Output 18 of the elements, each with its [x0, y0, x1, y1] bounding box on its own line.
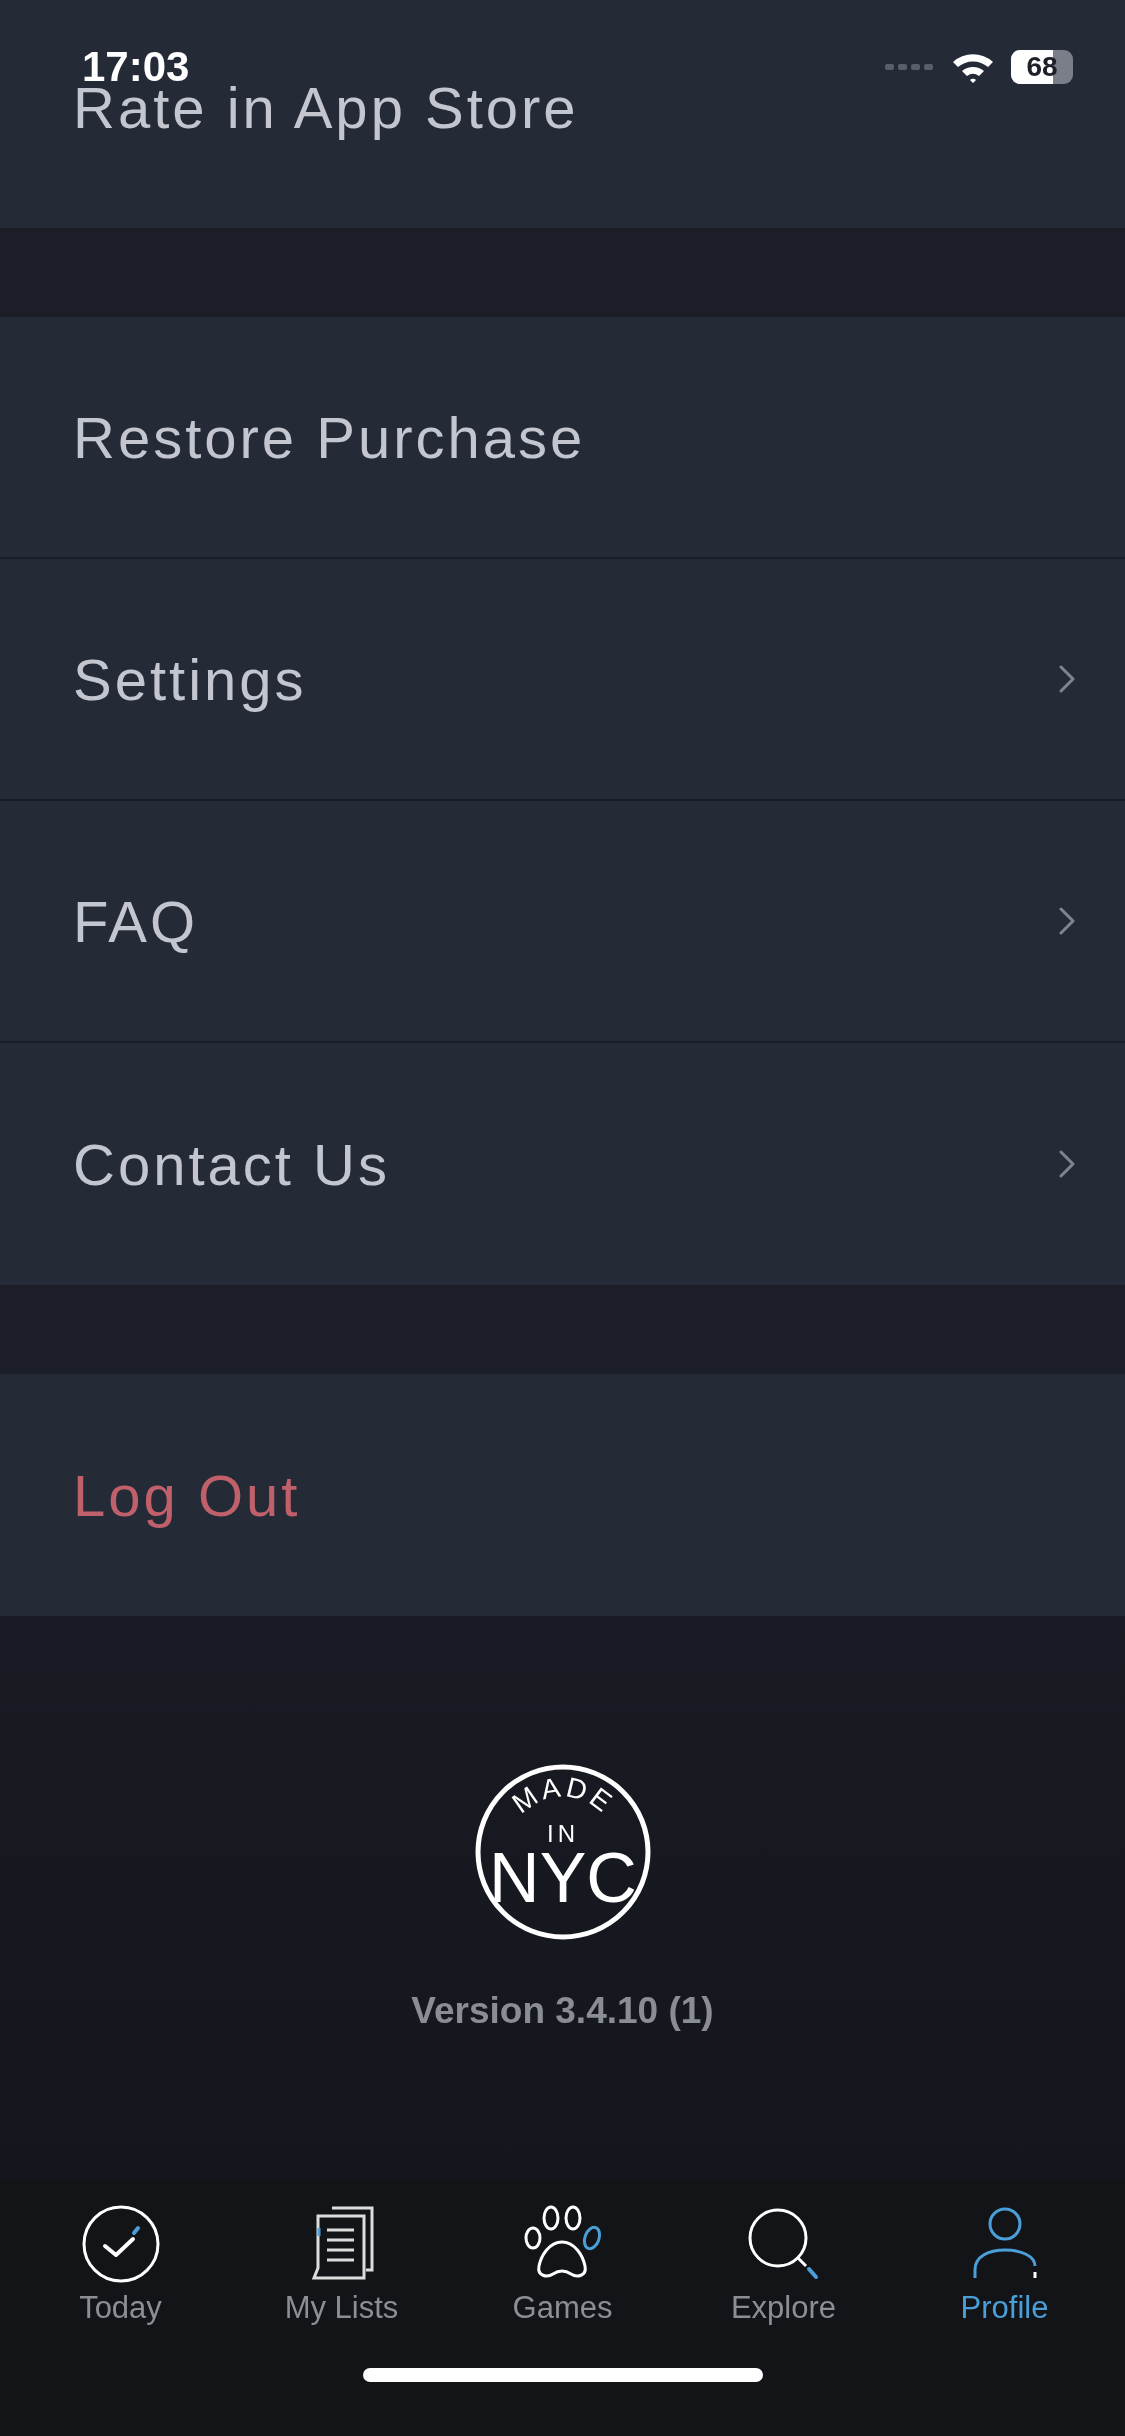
wifi-icon: [951, 51, 995, 83]
menu-item[interactable]: Log Out: [73, 1461, 301, 1529]
signal-icon: [885, 62, 935, 72]
menu-item[interactable]: Contact Us: [73, 1130, 390, 1198]
version-text: Version 3.4.10 (1): [411, 1990, 714, 2032]
chevron-right-icon: [1059, 1150, 1075, 1178]
logo-text: MADE: [506, 1771, 620, 1820]
tab-item[interactable]: Explore: [688, 2204, 879, 2326]
tab-item[interactable]: Games: [467, 2204, 658, 2326]
checkmark-circle-icon: [80, 2204, 161, 2284]
menu-item[interactable]: FAQ: [73, 887, 199, 955]
tab-item[interactable]: Today: [25, 2204, 216, 2326]
tab-item[interactable]: My Lists: [246, 2204, 437, 2326]
menu-item[interactable]: Settings: [73, 645, 307, 713]
chevron-right-icon: [1059, 907, 1075, 935]
chevron-right-icon: [1059, 665, 1075, 693]
tab-item[interactable]: Profile: [909, 2204, 1100, 2326]
menu-item[interactable]: Restore Purchase: [73, 403, 586, 471]
